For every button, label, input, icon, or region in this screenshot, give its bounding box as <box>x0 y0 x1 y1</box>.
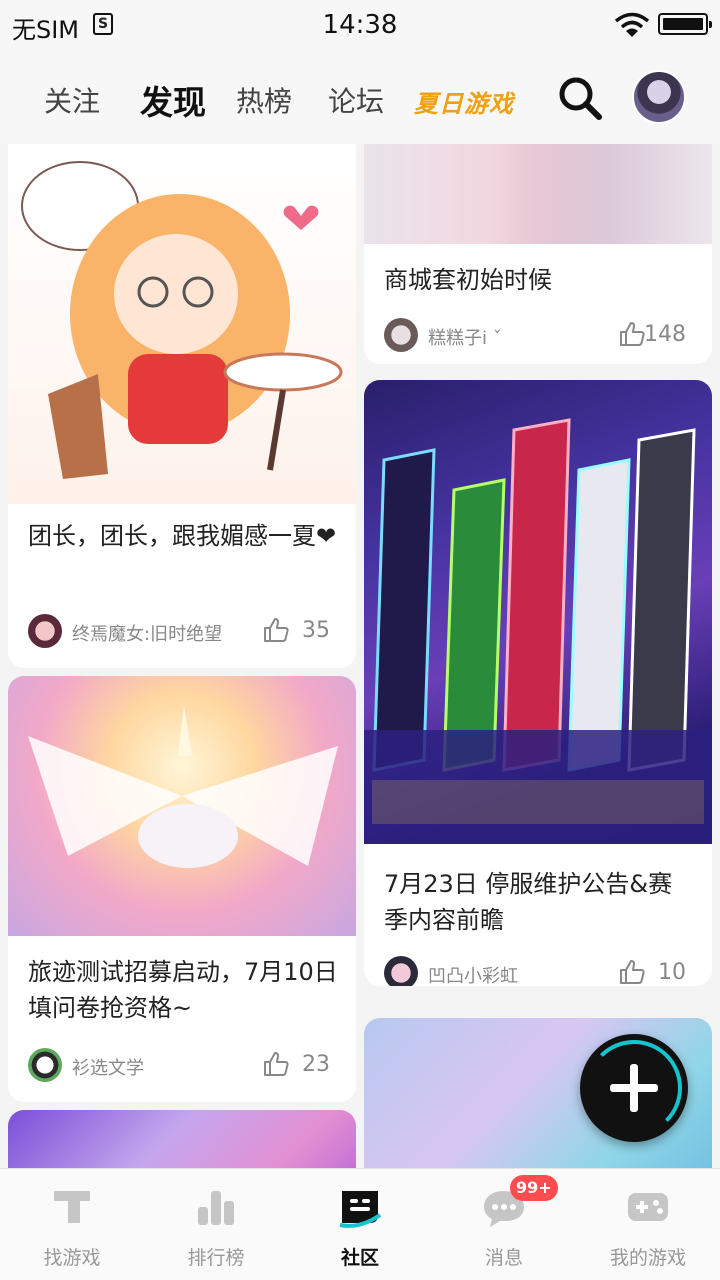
post-image <box>8 144 356 504</box>
post-meta: 糕糕子i ˇ 148 <box>384 318 694 354</box>
post-card[interactable] <box>8 1110 356 1168</box>
thumbs-up-icon[interactable] <box>618 958 646 986</box>
plus-icon-bar <box>610 1084 658 1092</box>
tab-discover[interactable]: 发现 <box>138 76 208 124</box>
author-avatar[interactable] <box>384 956 418 986</box>
post-card[interactable]: 团长，团长，跟我媚感一夏❤ 终焉魔女:旧时绝望 35 <box>8 144 356 668</box>
author-name[interactable]: 衫选文学 <box>72 1054 144 1080</box>
ranking-icon <box>198 1191 234 1225</box>
post-image <box>364 380 712 844</box>
bottom-nav: 找游戏 排行榜 社区 99+ 消息 我的游戏 <box>0 1168 720 1280</box>
find-games-icon <box>54 1191 90 1223</box>
post-title: 商城套初始时候 <box>384 266 552 294</box>
chibi-illustration <box>21 161 343 479</box>
thumbs-up-icon[interactable] <box>262 1050 290 1078</box>
pegasus-illustration <box>28 706 338 868</box>
post-title: 7月23日 停服维护公告&赛季内容前瞻 <box>384 870 673 934</box>
nav-label: 我的游戏 <box>609 1247 686 1269</box>
author-name[interactable]: 凹凸小彩虹 <box>428 962 518 986</box>
clock: 14:38 <box>322 10 398 40</box>
wifi-icon <box>614 12 650 37</box>
author-avatar[interactable] <box>28 614 62 648</box>
nav-my-games[interactable]: 我的游戏 <box>576 1169 720 1280</box>
post-meta: 终焉魔女:旧时绝望 35 <box>28 614 338 650</box>
author-avatar[interactable] <box>384 318 418 352</box>
post-title: 团长，团长，跟我媚感一夏❤ <box>28 522 337 550</box>
author-avatar[interactable] <box>28 1048 62 1082</box>
post-card[interactable]: 7月23日 停服维护公告&赛季内容前瞻 凹凸小彩虹 10 <box>364 380 712 986</box>
author-name[interactable]: 终焉魔女:旧时绝望 <box>72 620 222 646</box>
tab-following[interactable]: 关注 <box>44 80 100 120</box>
post-feed: 团长，团长，跟我媚感一夏❤ 终焉魔女:旧时绝望 35 商城套初始时候 糕糕子i … <box>0 144 720 1168</box>
nav-find-games[interactable]: 找游戏 <box>0 1169 144 1280</box>
post-image <box>8 1110 356 1168</box>
thumbs-up-icon[interactable] <box>618 320 646 348</box>
nav-label: 社区 <box>340 1247 379 1269</box>
post-card[interactable]: 旅迹测试招募启动，7月10日填问卷抢资格~ 衫选文学 23 <box>8 676 356 1102</box>
user-avatar[interactable] <box>632 70 686 124</box>
unread-badge: 99+ <box>510 1175 558 1201</box>
post-image <box>8 676 356 936</box>
like-count: 23 <box>302 1052 330 1077</box>
like-count: 148 <box>644 322 686 347</box>
post-card[interactable]: 商城套初始时候 糕糕子i ˇ 148 <box>364 144 712 364</box>
community-icon <box>339 1191 382 1228</box>
nav-label: 排行榜 <box>187 1247 245 1269</box>
search-icon[interactable] <box>556 74 604 122</box>
post-meta: 凹凸小彩虹 10 <box>384 956 694 986</box>
announcement-artwork <box>364 418 712 844</box>
status-bar: 无SIM S 14:38 <box>0 0 720 52</box>
thumbs-up-icon[interactable] <box>262 616 290 644</box>
like-count: 35 <box>302 618 330 643</box>
post-image <box>364 144 712 244</box>
nav-label: 找游戏 <box>43 1247 101 1269</box>
like-count: 10 <box>658 960 686 985</box>
nav-community[interactable]: 社区 <box>288 1169 432 1280</box>
nav-messages[interactable]: 99+ 消息 <box>432 1169 576 1280</box>
battery-icon <box>658 13 712 35</box>
tab-forum[interactable]: 论坛 <box>328 80 384 120</box>
top-nav: 关注 发现 热榜 论坛 夏日游戏 <box>0 52 720 144</box>
post-title: 旅迹测试招募启动，7月10日填问卷抢资格~ <box>28 958 338 1022</box>
nav-label: 消息 <box>484 1247 523 1269</box>
author-name[interactable]: 糕糕子i ˇ <box>428 324 502 350</box>
nav-rankings[interactable]: 排行榜 <box>144 1169 288 1280</box>
tab-discover-label: 发现 <box>140 83 206 122</box>
create-post-button[interactable] <box>580 1034 688 1142</box>
gamepad-icon <box>628 1193 668 1221</box>
tab-summer-games[interactable]: 夏日游戏 <box>414 84 514 119</box>
post-meta: 衫选文学 23 <box>28 1048 338 1084</box>
tab-hot-list[interactable]: 热榜 <box>236 80 292 120</box>
